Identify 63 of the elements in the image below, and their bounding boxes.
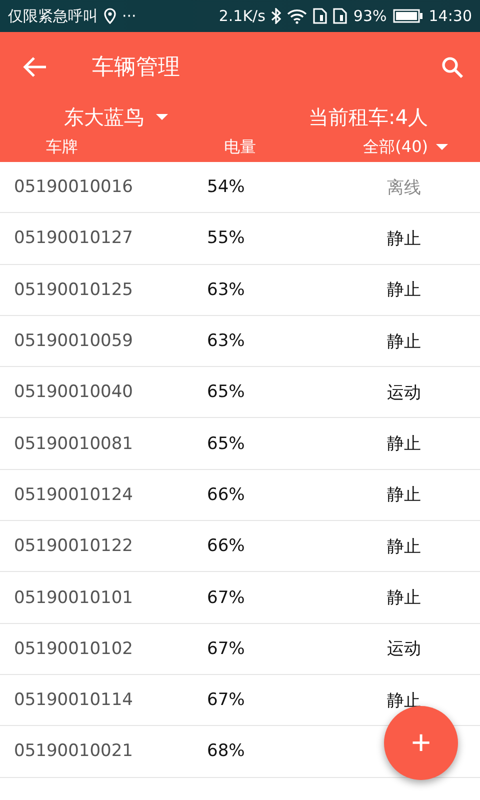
back-button[interactable] xyxy=(22,56,48,78)
network-speed: 2.1K/s xyxy=(218,7,266,25)
battery-level: 66% xyxy=(207,536,246,556)
battery-level: 65% xyxy=(207,382,246,402)
battery-level: 65% xyxy=(207,434,246,454)
vehicle-status: 静止 xyxy=(387,484,421,506)
plate-number: 05190010125 xyxy=(13,280,134,300)
vehicle-status: 静止 xyxy=(387,279,421,302)
plate-number: 05190010102 xyxy=(13,638,134,659)
battery-level: 67% xyxy=(207,690,246,710)
battery-percent: 93% xyxy=(353,7,387,25)
vehicle-row[interactable]: 05190010059 63% 静止 xyxy=(0,316,480,368)
battery-level: 67% xyxy=(207,588,246,608)
carrier-text: 仅限紧急呼叫 xyxy=(8,6,98,26)
vehicle-row[interactable]: 05190010102 67% 运动 xyxy=(0,624,480,675)
vehicle-status: 静止 xyxy=(387,433,421,456)
plate-number: 05190010101 xyxy=(13,588,134,608)
clock-time: 14:30 xyxy=(428,7,472,25)
vehicle-status: 静止 xyxy=(387,587,421,610)
plate-number: 05190010021 xyxy=(13,741,134,762)
caret-icon xyxy=(156,114,168,120)
vehicle-row[interactable]: 05190010101 67% 静止 xyxy=(0,572,480,624)
plate-number: 05190010124 xyxy=(13,484,134,505)
plate-number: 05190010059 xyxy=(13,331,134,352)
plate-column-header: 车牌 xyxy=(45,136,79,158)
vehicle-status: 静止 xyxy=(387,330,421,353)
plate-number: 05190010114 xyxy=(13,690,134,710)
vehicle-status: 静止 xyxy=(387,228,421,250)
vehicle-row[interactable]: 05190010125 63% 静止 xyxy=(0,264,480,316)
caret-icon xyxy=(436,144,448,150)
battery-level: 68% xyxy=(207,741,246,762)
vehicle-row[interactable]: 05190010081 65% 静止 xyxy=(0,418,480,470)
location-icon xyxy=(104,8,116,24)
vehicle-status: 静止 xyxy=(387,536,421,558)
sim-card-icon xyxy=(333,8,348,24)
plate-number: 05190010122 xyxy=(13,536,134,556)
vehicle-row[interactable]: 05190010122 66% 静止 xyxy=(0,521,480,572)
plate-number: 05190010016 xyxy=(13,177,134,198)
plate-number: 05190010081 xyxy=(13,434,134,454)
vehicle-row[interactable]: 05190010040 65% 运动 xyxy=(0,367,480,418)
search-button[interactable] xyxy=(440,55,464,79)
page-title: 车辆管理 xyxy=(92,54,181,82)
plate-number: 05190010127 xyxy=(13,228,134,248)
battery-icon xyxy=(392,9,423,23)
battery-level: 67% xyxy=(207,638,246,659)
more-text: ··· xyxy=(122,7,136,25)
vehicle-status: 运动 xyxy=(387,638,421,660)
wifi-icon xyxy=(287,8,308,24)
battery-level: 66% xyxy=(207,484,246,505)
renting-count: 当前租车:4人 xyxy=(308,104,428,130)
battery-level: 63% xyxy=(207,331,246,352)
vehicle-row[interactable]: 05190010124 66% 静止 xyxy=(0,470,480,522)
sim-card-icon xyxy=(313,8,328,24)
battery-level: 63% xyxy=(207,280,246,300)
vehicle-status: 离线 xyxy=(387,176,421,199)
plate-number: 05190010040 xyxy=(13,382,134,402)
battery-level: 54% xyxy=(207,177,246,198)
vehicle-row[interactable]: 05190010127 55% 静止 xyxy=(0,213,480,265)
vehicle-row[interactable]: 05190010016 54% 离线 xyxy=(0,162,480,214)
vehicle-status: 运动 xyxy=(387,382,421,404)
bluetooth-icon xyxy=(271,8,282,24)
battery-column-header: 电量 xyxy=(223,136,257,158)
battery-level: 55% xyxy=(207,228,246,248)
